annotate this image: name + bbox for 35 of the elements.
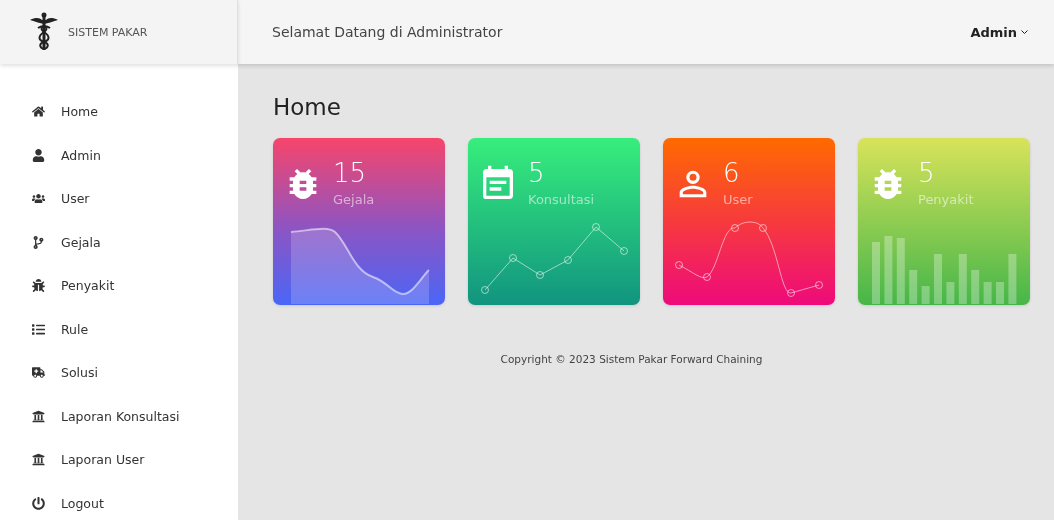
caret-icon [1021, 29, 1028, 35]
sidebar-item[interactable]: Laporan Konsultasi [0, 394, 238, 438]
menu-icon [32, 453, 45, 467]
sidebar-item[interactable]: Rule [0, 307, 238, 351]
stat-count: 15 [333, 158, 367, 188]
menu-icon [32, 366, 45, 380]
user-menu[interactable]: Admin [968, 22, 1030, 42]
menu-icon [32, 105, 45, 119]
menu-icon [32, 322, 45, 336]
stat-label: Penyakit [918, 192, 974, 207]
stat-label: User [723, 192, 753, 207]
menu-icon [32, 279, 45, 293]
stat-count: 6 [723, 158, 740, 188]
menu-icon [32, 235, 45, 249]
sidebar-item[interactable]: Gejala [0, 220, 238, 264]
sidebar-item[interactable]: Solusi [0, 351, 238, 395]
sidebar-item[interactable]: Logout [0, 481, 238, 520]
welcome-text: Selamat Datang di Administrator [272, 24, 503, 40]
stat-count: 5 [528, 158, 545, 188]
page-title: Home [273, 94, 342, 120]
menu-icon [32, 409, 45, 423]
menu-icon [32, 148, 45, 162]
menu-icon [32, 496, 45, 510]
stat-label: Gejala [333, 192, 375, 207]
brand-title: SISTEM PAKAR [68, 25, 148, 39]
sidebar-item[interactable]: Laporan User [0, 438, 238, 482]
caduceus-logo [30, 12, 58, 52]
stat-label: Konsultasi [528, 192, 595, 207]
copyright-text: Copyright © 2023 Sistem Pakar Forward Chaining [500, 353, 763, 365]
sidebar-item[interactable]: Admin [0, 133, 238, 177]
stat-count: 5 [918, 158, 935, 188]
sidebar-item[interactable]: User [0, 177, 238, 221]
menu-icon [32, 192, 45, 206]
sidebar-item[interactable]: Penyakit [0, 264, 238, 308]
sidebar-item[interactable]: Home [0, 90, 238, 134]
